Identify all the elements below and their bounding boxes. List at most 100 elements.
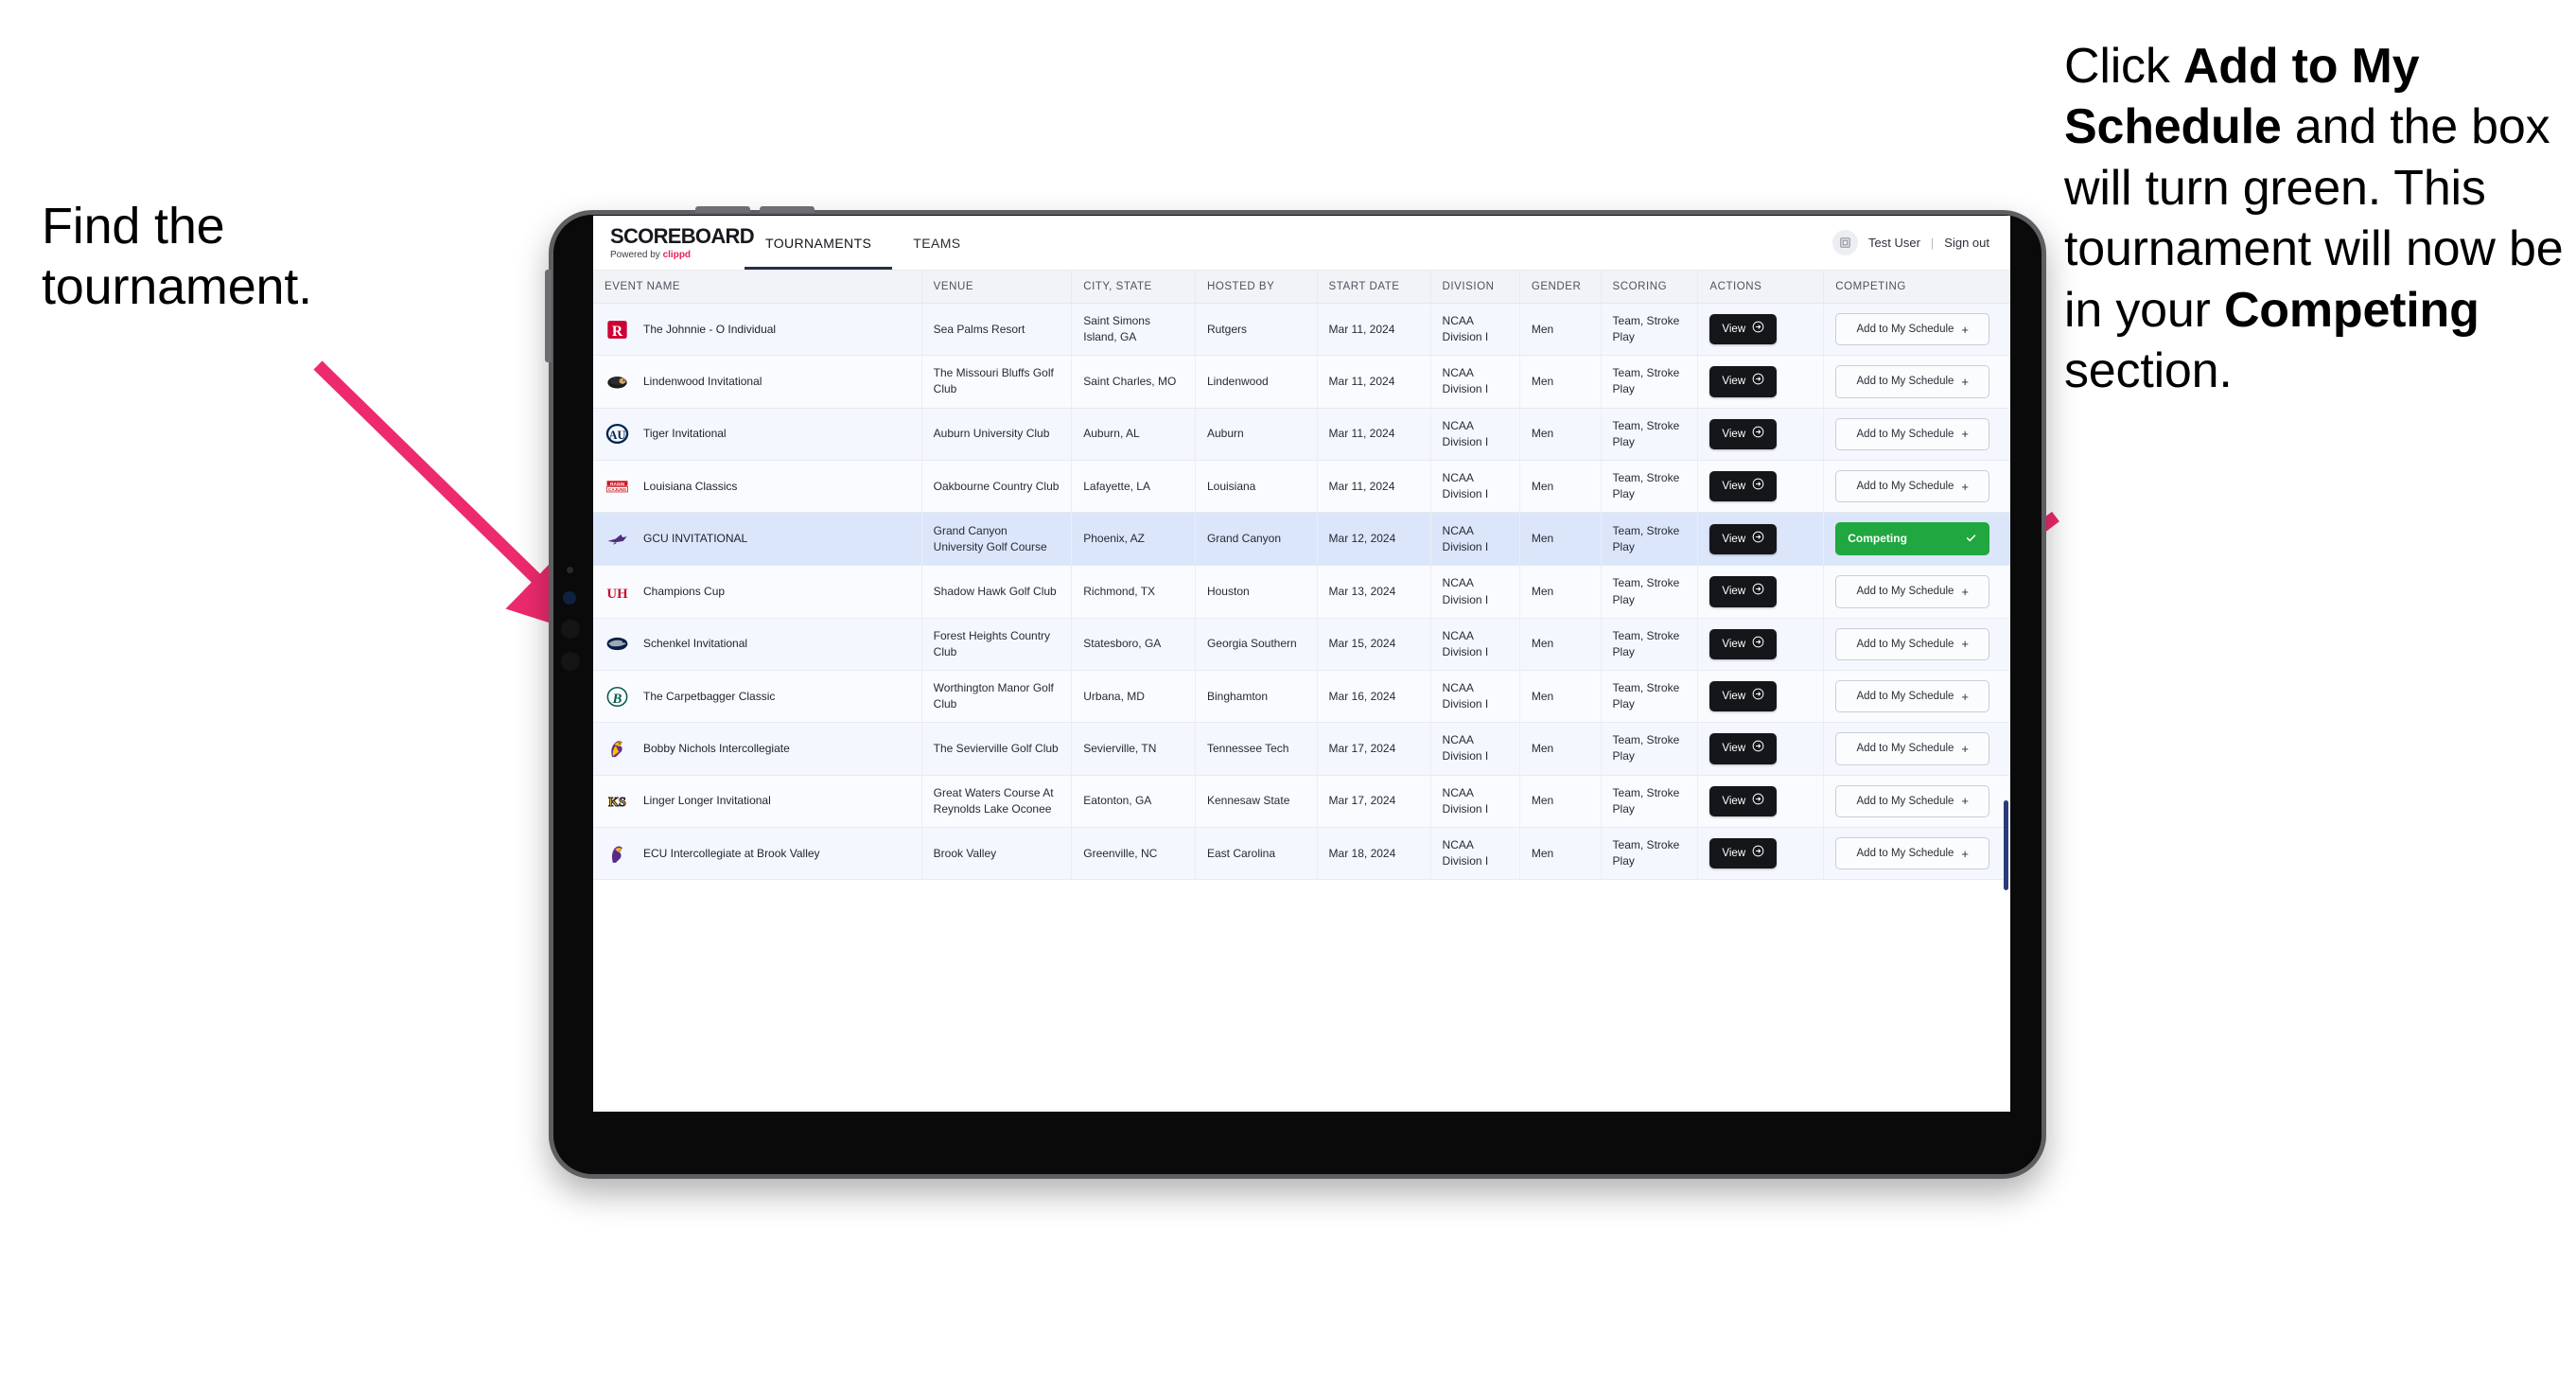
event-name-label[interactable]: Tiger Invitational <box>643 426 727 442</box>
column-header-venue[interactable]: VENUE <box>921 271 1073 304</box>
add-to-my-schedule-button[interactable]: Add to My Schedule + <box>1835 627 1990 660</box>
event-name-label[interactable]: Louisiana Classics <box>643 479 737 495</box>
view-button[interactable]: View <box>1709 418 1778 449</box>
add-to-my-schedule-label: Add to My Schedule <box>1856 586 1954 598</box>
add-to-my-schedule-button[interactable]: Add to My Schedule + <box>1835 417 1990 450</box>
add-to-my-schedule-button[interactable]: Add to My Schedule + <box>1835 680 1990 713</box>
view-button[interactable]: View <box>1709 523 1778 554</box>
view-button[interactable]: View <box>1709 628 1778 659</box>
table-row[interactable]: KS Linger Longer Invitational Great Wate… <box>593 775 2010 828</box>
event-name-label[interactable]: ECU Intercollegiate at Brook Valley <box>643 846 820 862</box>
cell-start-date: Mar 11, 2024 <box>1317 303 1431 357</box>
svg-text:AU: AU <box>608 429 625 442</box>
add-to-my-schedule-label: Add to My Schedule <box>1856 638 1954 650</box>
cell-actions: View <box>1697 775 1825 828</box>
vertical-scrollbar[interactable] <box>2004 800 2008 890</box>
add-to-my-schedule-button[interactable]: Add to My Schedule + <box>1835 313 1990 346</box>
table-row[interactable]: Bobby Nichols Intercollegiate The Sevier… <box>593 722 2010 776</box>
table-header-row: EVENT NAME VENUE CITY, STATE HOSTED BY S… <box>593 271 2010 304</box>
cell-scoring: Team, Stroke Play <box>1601 827 1699 881</box>
table-row[interactable]: B The Carpetbagger Classic Worthington M… <box>593 670 2010 724</box>
event-name-label[interactable]: Schenkel Invitational <box>643 636 747 652</box>
plus-icon: + <box>1961 322 1970 337</box>
add-to-my-schedule-button[interactable]: Add to My Schedule + <box>1835 365 1990 398</box>
louisiana-logo: RAGIN CAJUNS <box>605 474 630 500</box>
view-button[interactable]: View <box>1709 366 1778 397</box>
event-name-label[interactable]: Linger Longer Invitational <box>643 793 771 809</box>
add-to-my-schedule-button[interactable]: Add to My Schedule + <box>1835 575 1990 608</box>
cell-gender: Men <box>1519 303 1602 357</box>
tab-tournaments[interactable]: TOURNAMENTS <box>745 216 893 270</box>
add-to-my-schedule-button[interactable]: Add to My Schedule + <box>1835 836 1990 870</box>
view-button-label: View <box>1722 795 1746 807</box>
user-name-label[interactable]: Test User <box>1868 236 1920 250</box>
cell-start-date: Mar 18, 2024 <box>1317 827 1431 881</box>
cell-scoring: Team, Stroke Play <box>1601 512 1699 567</box>
cell-division: NCAA Division I <box>1430 827 1520 881</box>
view-button-label: View <box>1722 743 1746 755</box>
cell-division: NCAA Division I <box>1430 408 1520 461</box>
auburn-logo: AU <box>605 421 630 447</box>
column-header-gender[interactable]: GENDER <box>1519 271 1602 304</box>
event-name-label[interactable]: Champions Cup <box>643 584 725 600</box>
cell-venue: Forest Heights Country Club <box>921 618 1073 672</box>
power-button[interactable] <box>545 270 552 362</box>
column-header-actions[interactable]: ACTIONS <box>1697 271 1825 304</box>
column-header-start-date[interactable]: START DATE <box>1317 271 1431 304</box>
view-button[interactable]: View <box>1709 785 1778 816</box>
event-name-label[interactable]: GCU INVITATIONAL <box>643 531 747 547</box>
cell-start-date: Mar 11, 2024 <box>1317 355 1431 409</box>
table-row[interactable]: Lindenwood Invitational The Missouri Blu… <box>593 355 2010 409</box>
add-to-my-schedule-button[interactable]: Add to My Schedule + <box>1835 469 1990 503</box>
event-name-label[interactable]: Lindenwood Invitational <box>643 374 762 390</box>
user-avatar-icon[interactable] <box>1832 230 1858 255</box>
sensor-dot <box>567 567 573 573</box>
column-header-event-name[interactable]: EVENT NAME <box>593 271 922 304</box>
event-name-label[interactable]: Bobby Nichols Intercollegiate <box>643 741 790 757</box>
column-header-competing[interactable]: COMPETING <box>1823 271 2010 304</box>
table-row[interactable]: RAGIN CAJUNS Louisiana Classics Oakbourne… <box>593 460 2010 514</box>
brand-logo[interactable]: SCOREBOARD Powered by clippd <box>593 216 755 270</box>
table-row[interactable]: UH Champions Cup Shadow Hawk Golf Club R… <box>593 565 2010 619</box>
table-row[interactable]: ECU Intercollegiate at Brook Valley Broo… <box>593 827 2010 881</box>
svg-text:RAGIN: RAGIN <box>610 482 625 486</box>
cell-gender: Men <box>1519 670 1602 724</box>
add-to-my-schedule-button[interactable]: Add to My Schedule + <box>1835 784 1990 817</box>
column-header-division[interactable]: DIVISION <box>1430 271 1520 304</box>
competing-badge[interactable]: Competing <box>1835 522 1990 556</box>
view-button[interactable]: View <box>1709 837 1778 869</box>
volume-up-button[interactable] <box>695 206 750 213</box>
cell-venue: Shadow Hawk Golf Club <box>921 565 1073 619</box>
speaker-hole-2 <box>561 652 580 671</box>
cell-city-state: Statesboro, GA <box>1071 618 1196 672</box>
sign-out-link[interactable]: Sign out <box>1944 236 1989 250</box>
cell-event-name: ECU Intercollegiate at Brook Valley <box>593 827 922 881</box>
column-header-scoring[interactable]: SCORING <box>1601 271 1699 304</box>
table-row[interactable]: AU Tiger Invitational Auburn University … <box>593 408 2010 461</box>
kennesaw-state-logo: KS <box>605 788 630 814</box>
view-button[interactable]: View <box>1709 681 1778 712</box>
event-name-label[interactable]: The Carpetbagger Classic <box>643 689 775 705</box>
table-row[interactable]: GCU INVITATIONAL Grand Canyon University… <box>593 512 2010 567</box>
add-to-my-schedule-label: Add to My Schedule <box>1856 847 1954 859</box>
arrow-right-circle-icon <box>1752 845 1764 862</box>
cell-actions: View <box>1697 408 1825 461</box>
view-button[interactable]: View <box>1709 470 1778 502</box>
cell-scoring: Team, Stroke Play <box>1601 775 1699 828</box>
view-button[interactable]: View <box>1709 314 1778 345</box>
page-root: Find the tournament. Click Add to My Sch… <box>0 0 2576 1386</box>
cell-division: NCAA Division I <box>1430 355 1520 409</box>
volume-down-button[interactable] <box>760 206 815 213</box>
tournaments-table-container[interactable]: EVENT NAME VENUE CITY, STATE HOSTED BY S… <box>593 271 2010 1112</box>
table-row[interactable]: R The Johnnie - O Individual Sea Palms R… <box>593 303 2010 357</box>
add-to-my-schedule-button[interactable]: Add to My Schedule + <box>1835 732 1990 765</box>
tab-teams[interactable]: TEAMS <box>892 216 981 270</box>
column-header-hosted-by[interactable]: HOSTED BY <box>1195 271 1318 304</box>
view-button[interactable]: View <box>1709 733 1778 764</box>
cell-scoring: Team, Stroke Play <box>1601 355 1699 409</box>
view-button[interactable]: View <box>1709 576 1778 607</box>
table-row[interactable]: Schenkel Invitational Forest Heights Cou… <box>593 618 2010 672</box>
column-header-city-state[interactable]: CITY, STATE <box>1071 271 1196 304</box>
event-name-label[interactable]: The Johnnie - O Individual <box>643 322 776 338</box>
view-button-label: View <box>1722 428 1746 440</box>
